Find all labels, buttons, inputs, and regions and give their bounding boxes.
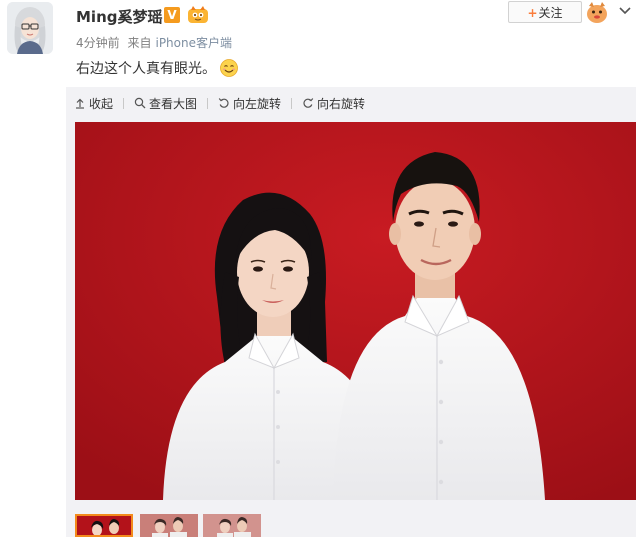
follow-button[interactable]: +关注: [508, 1, 582, 23]
post-meta: 4分钟前 来自 iPhone客户端: [76, 34, 236, 51]
mascot-icon: [585, 0, 609, 24]
toolbar-divider: [207, 97, 209, 109]
thumbnail-2[interactable]: [140, 514, 198, 537]
verified-badge-icon: V: [164, 7, 180, 23]
username[interactable]: Ming奚梦瑶: [76, 6, 163, 27]
rotate-right-label: 向右旋转: [317, 96, 366, 111]
plus-icon: +: [527, 6, 538, 20]
view-large-button[interactable]: 查看大图: [134, 95, 197, 112]
chevron-down-icon[interactable]: [618, 2, 632, 15]
image-toolbar: 收起 查看大图 向左旋转 向右旋转: [74, 94, 365, 112]
rotate-right-icon: [303, 98, 314, 108]
source-prefix: 来自: [127, 36, 152, 50]
rotate-left-button[interactable]: 向左旋转: [218, 95, 281, 112]
post-source[interactable]: iPhone客户端: [155, 36, 232, 50]
rotate-left-icon: [218, 98, 229, 108]
follow-label: 关注: [538, 6, 563, 20]
rotate-right-button[interactable]: 向右旋转: [302, 95, 365, 112]
weibo-post: Ming奚梦瑶 V 4分钟前 来自 iPhone客户端 右边这个人真有眼光。 +…: [0, 0, 636, 537]
rotate-left-label: 向左旋转: [233, 96, 282, 111]
thumbnail-1[interactable]: [75, 514, 133, 537]
smile-emoji-icon: [220, 59, 238, 77]
post-text-content: 右边这个人真有眼光。: [76, 61, 216, 77]
post-photo[interactable]: [75, 122, 636, 500]
magnifier-icon: [134, 97, 146, 109]
member-badge-icon: [187, 6, 209, 24]
thumbnail-3[interactable]: [203, 514, 261, 537]
view-large-label: 查看大图: [149, 96, 198, 111]
post-time[interactable]: 4分钟前: [76, 36, 120, 50]
toolbar-divider: [123, 97, 125, 109]
post-text: 右边这个人真有眼光。: [76, 58, 238, 78]
collapse-button[interactable]: 收起: [74, 95, 113, 112]
collapse-label: 收起: [89, 96, 114, 111]
avatar[interactable]: [7, 2, 53, 54]
toolbar-divider: [291, 97, 293, 109]
collapse-icon: [76, 98, 84, 109]
